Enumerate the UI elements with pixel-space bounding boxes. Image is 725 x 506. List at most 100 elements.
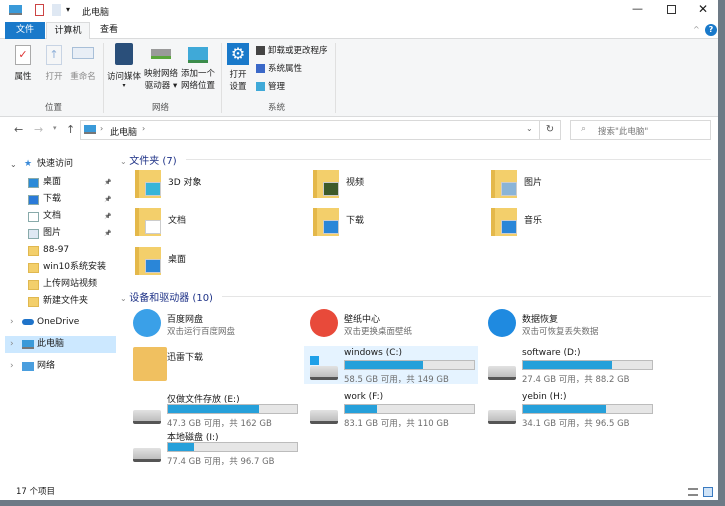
properties-button[interactable]: ✓ 属性 <box>8 45 38 83</box>
refresh-button[interactable]: ↻ <box>539 120 561 140</box>
devices-group-header[interactable]: ⌄ 设备和驱动器 (10) <box>120 289 213 304</box>
pin-icon[interactable]: 📌 <box>104 208 111 225</box>
ribbon-tabs: 文件 计算机 查看 ^ ? <box>0 22 718 40</box>
folder-overlay-icon <box>323 220 339 234</box>
app-description: 双击更换桌面壁纸 <box>344 327 413 337</box>
open-settings-button[interactable]: ⚙ 打开 设置 <box>226 43 250 93</box>
drive-item[interactable]: software (D:) 27.4 GB 可用，共 88.2 GB <box>482 346 656 385</box>
folder-item[interactable]: 音乐 <box>489 206 659 238</box>
nav-item[interactable]: 新建文件夹 <box>0 293 116 310</box>
chevron-right-icon: › <box>142 124 146 133</box>
app-icon <box>133 309 161 337</box>
forward-button[interactable]: → <box>34 123 43 136</box>
drive-item[interactable]: 仅做文件存放 (E:) 47.3 GB 可用，共 162 GB <box>127 390 301 429</box>
close-button[interactable]: ✕ <box>698 2 708 16</box>
search-placeholder: 搜索"此电脑" <box>598 127 649 137</box>
address-dropdown-icon[interactable]: ⌄ <box>526 124 533 133</box>
uninstall-programs-button[interactable]: 卸载或更改程序 <box>256 45 328 57</box>
nav-item-label: 文档 <box>43 211 62 221</box>
app-item[interactable]: 数据恢复 双击可恢复丢失数据 <box>485 308 655 342</box>
nav-item[interactable]: 上传网站视频 <box>0 276 116 293</box>
details-view-button[interactable] <box>688 488 698 496</box>
file-explorer-window: ▾ 此电脑 — ✕ 文件 计算机 查看 ^ ? ✓ 属性 ↑ 打开 重命名 位置… <box>0 0 718 500</box>
system-properties-button[interactable]: 系统属性 <box>256 63 302 75</box>
nav-item[interactable]: 桌面 📌 <box>0 174 116 191</box>
drive-item[interactable]: work (F:) 83.1 GB 可用，共 110 GB <box>304 390 478 429</box>
app-label: 数据恢复 <box>522 315 559 325</box>
folder-overlay-icon <box>501 182 517 196</box>
search-input[interactable]: ⌕ 搜索"此电脑" <box>570 120 711 140</box>
new-folder-quick-icon[interactable] <box>52 4 61 16</box>
collapse-ribbon-icon[interactable]: ^ <box>693 25 700 34</box>
drive-icon <box>310 410 338 424</box>
drive-label: windows (C:) <box>344 348 403 358</box>
nav-item[interactable]: 文档 📌 <box>0 208 116 225</box>
separator <box>221 43 222 113</box>
uninstall-label: 卸载或更改程序 <box>268 46 328 56</box>
app-item[interactable]: 壁纸中心 双击更换桌面壁纸 <box>307 308 477 342</box>
folder-item[interactable]: 桌面 <box>133 245 303 277</box>
tab-view[interactable]: 查看 <box>92 22 126 39</box>
large-icons-view-button[interactable] <box>703 487 713 497</box>
manage-button[interactable]: 管理 <box>256 81 285 93</box>
folder-label: 桌面 <box>168 255 187 265</box>
recent-locations-button[interactable]: ▾ <box>53 124 57 132</box>
folder-item[interactable]: 下载 <box>311 206 481 238</box>
folder-overlay-icon <box>145 259 161 273</box>
properties-icon: ✓ <box>15 45 31 65</box>
minimize-button[interactable]: — <box>632 2 643 15</box>
tab-computer[interactable]: 计算机 <box>46 22 90 40</box>
folder-item[interactable]: 视频 <box>311 168 481 200</box>
folder-item[interactable]: 文档 <box>133 206 303 238</box>
folder-icon <box>28 280 39 290</box>
drive-item[interactable]: yebin (H:) 34.1 GB 可用，共 96.5 GB <box>482 390 656 429</box>
properties-quick-icon[interactable] <box>35 4 44 16</box>
chevron-right-icon: › <box>10 339 14 349</box>
address-bar[interactable]: › 此电脑 › ⌄ <box>80 120 540 140</box>
maximize-button[interactable] <box>667 5 676 14</box>
nav-this-pc-label: 此电脑 <box>37 339 65 349</box>
folder-item[interactable]: 3D 对象 <box>133 168 303 200</box>
drive-icon <box>488 410 516 424</box>
nav-item[interactable]: 下载 📌 <box>0 191 116 208</box>
tab-file[interactable]: 文件 <box>5 22 45 39</box>
nav-onedrive[interactable]: › OneDrive <box>0 314 116 331</box>
back-button[interactable]: ← <box>14 123 23 136</box>
pin-icon[interactable]: 📌 <box>104 174 111 191</box>
group-label-location: 位置 <box>45 103 63 113</box>
drive-item[interactable]: windows (C:) 58.5 GB 可用，共 149 GB <box>304 346 478 385</box>
chevron-right-icon: › <box>10 361 14 371</box>
add-network-location-button[interactable]: 添加一个 网络位置 <box>180 43 216 92</box>
drive-usage-fill <box>168 443 194 451</box>
drive-item[interactable]: 本地磁盘 (I:) 77.4 GB 可用，共 96.7 GB <box>127 428 301 467</box>
rename-button[interactable]: 重命名 <box>68 45 98 83</box>
open-button[interactable]: ↑ 打开 <box>40 45 68 83</box>
map-network-drive-button[interactable]: 映射网络 驱动器 ▾ <box>143 43 179 92</box>
properties-label: 属性 <box>14 72 32 82</box>
nav-quick-access[interactable]: ⌄ ★ 快速访问 <box>0 156 116 173</box>
app-item[interactable]: 迅雷下载 <box>130 346 300 381</box>
up-button[interactable]: ↑ <box>66 123 75 136</box>
windows-logo-icon <box>310 356 319 365</box>
pin-icon[interactable]: 📌 <box>104 225 111 242</box>
folders-group-header[interactable]: ⌄ 文件夹 (7) <box>120 152 177 167</box>
nav-item[interactable]: 图片 📌 <box>0 225 116 242</box>
nav-network[interactable]: › 网络 <box>0 358 116 375</box>
access-media-button[interactable]: 访问媒体 ▾ <box>106 43 142 89</box>
breadcrumb-this-pc[interactable]: 此电脑 <box>110 125 137 138</box>
app-item[interactable]: 百度网盘 双击运行百度网盘 <box>130 308 300 342</box>
open-label: 打开 <box>45 72 63 82</box>
folder-item[interactable]: 图片 <box>489 168 659 200</box>
nav-this-pc[interactable]: › 此电脑 <box>5 336 116 353</box>
nav-item[interactable]: 88-97 <box>0 242 116 259</box>
folder-label: 文档 <box>168 216 187 226</box>
nav-item-label: 上传网站视频 <box>43 279 98 289</box>
pin-icon[interactable]: 📌 <box>104 191 111 208</box>
chevron-down-icon: ⌄ <box>120 157 130 166</box>
library-folder-icon <box>28 212 39 222</box>
app-icon <box>310 309 338 337</box>
customize-dropdown-icon[interactable]: ▾ <box>66 5 70 14</box>
help-icon[interactable]: ? <box>705 24 717 36</box>
nav-item[interactable]: win10系统安装 <box>0 259 116 276</box>
add-network-location-label: 添加一个 <box>180 69 215 79</box>
